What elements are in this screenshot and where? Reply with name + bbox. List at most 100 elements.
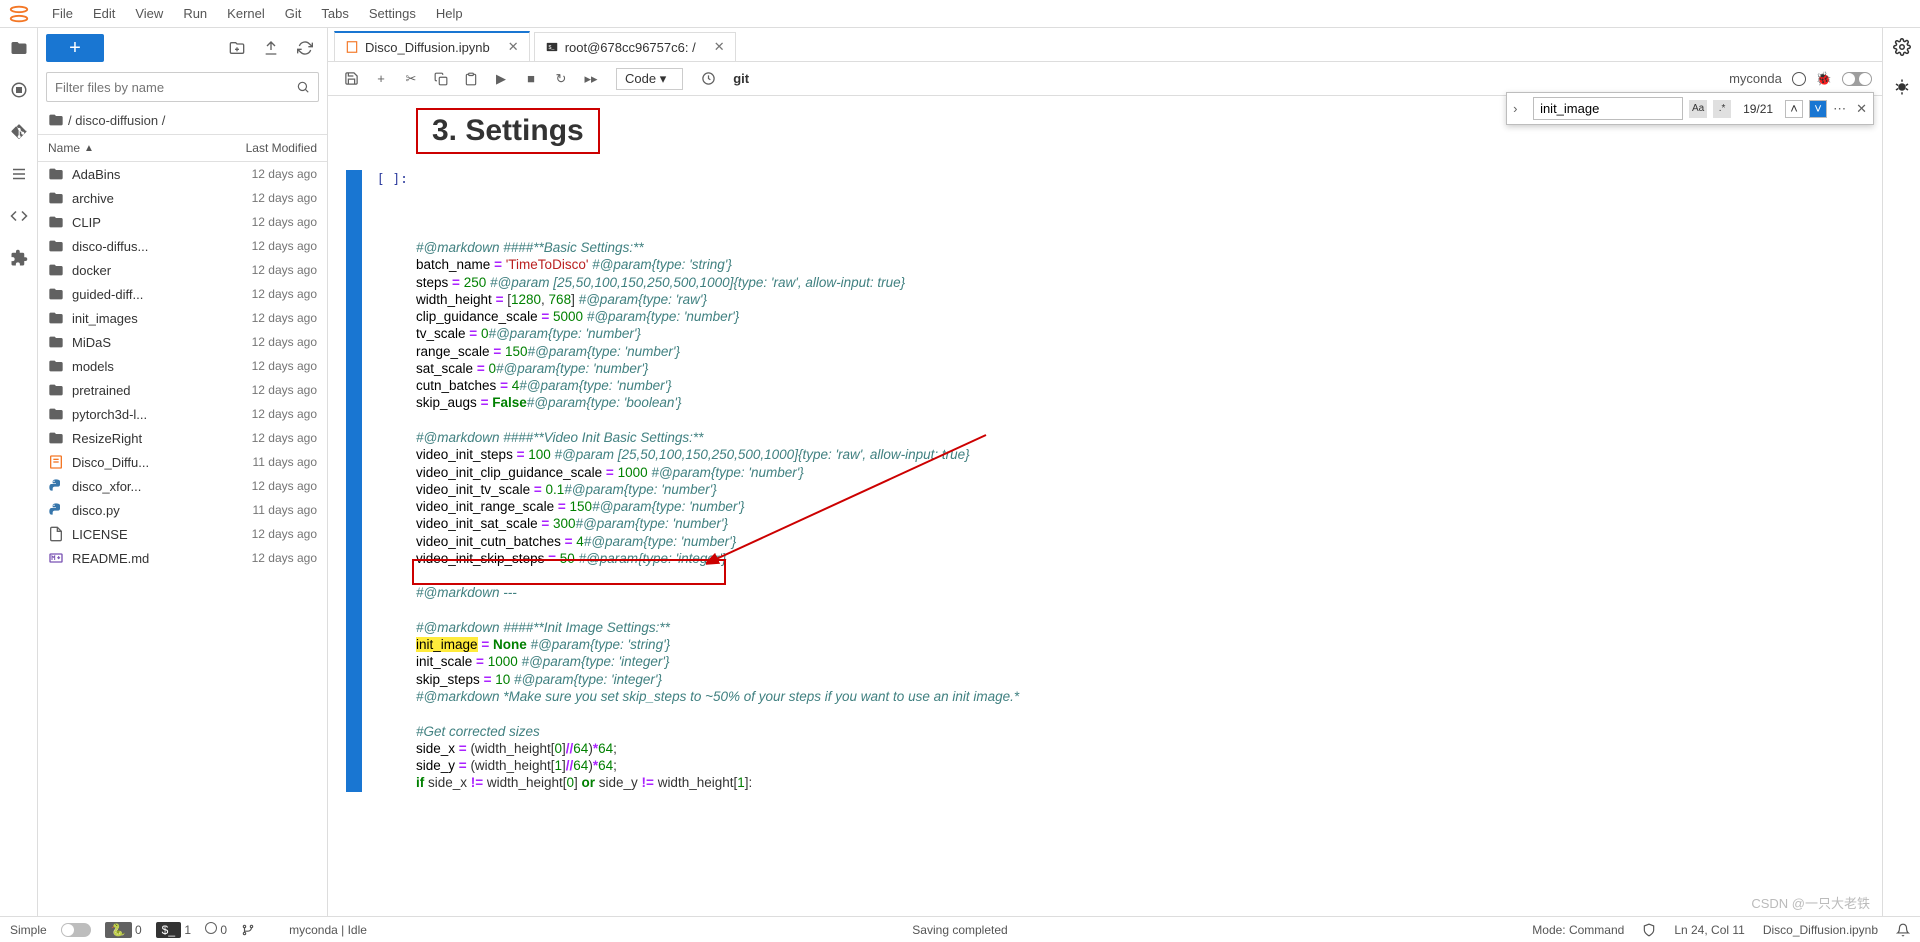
file-type-icon (48, 310, 66, 326)
add-cell-icon[interactable]: + (368, 66, 394, 92)
git-label[interactable]: git (733, 71, 749, 86)
kernel-status[interactable]: myconda | Idle (289, 923, 367, 937)
menu-run[interactable]: Run (173, 6, 217, 21)
prev-match-icon[interactable]: ˄ (1785, 100, 1803, 118)
file-type-icon (48, 502, 66, 518)
find-input[interactable] (1533, 97, 1683, 120)
save-icon[interactable] (338, 66, 364, 92)
run-icon[interactable]: ▶ (488, 66, 514, 92)
breadcrumb[interactable]: / disco-diffusion / (38, 106, 327, 134)
running-icon[interactable] (9, 80, 29, 100)
file-type-icon (48, 286, 66, 302)
notebook-trust-icon[interactable] (1642, 923, 1656, 937)
tab[interactable]: Disco_Diffusion.ipynb✕ (334, 31, 530, 61)
filter-input[interactable] (55, 80, 296, 95)
new-launcher-button[interactable]: + (46, 34, 104, 62)
file-modified: 12 days ago (197, 239, 317, 253)
more-options-icon[interactable]: ⋯ (1833, 101, 1846, 117)
toc-icon[interactable] (9, 164, 29, 184)
filter-box[interactable] (46, 72, 319, 102)
menu-file[interactable]: File (42, 6, 83, 21)
menu-view[interactable]: View (125, 6, 173, 21)
cut-icon[interactable]: ✂ (398, 66, 424, 92)
file-name: pretrained (72, 383, 197, 398)
file-item[interactable]: disco.py11 days ago (38, 498, 327, 522)
file-item[interactable]: ResizeRight12 days ago (38, 426, 327, 450)
menubar: FileEditViewRunKernelGitTabsSettingsHelp (0, 0, 1920, 28)
simple-toggle[interactable] (61, 923, 91, 937)
file-modified: 11 days ago (197, 503, 317, 517)
code-icon[interactable] (9, 206, 29, 226)
file-name-status: Disco_Diffusion.ipynb (1763, 923, 1878, 937)
extension-icon[interactable] (9, 248, 29, 268)
kernel-indicator-icon[interactable] (1792, 72, 1806, 86)
file-item[interactable]: init_images12 days ago (38, 306, 327, 330)
code-editor[interactable]: #@markdown ####**Basic Settings:**batch_… (416, 170, 1864, 792)
col-name[interactable]: Name (48, 141, 80, 155)
menu-git[interactable]: Git (275, 6, 312, 21)
close-find-icon[interactable]: ✕ (1856, 101, 1867, 117)
file-modified: 12 days ago (197, 191, 317, 205)
menu-edit[interactable]: Edit (83, 6, 125, 21)
menu-tabs[interactable]: Tabs (311, 6, 358, 21)
folder-icon[interactable] (9, 38, 29, 58)
run-all-icon[interactable]: ▸▸ (578, 66, 604, 92)
file-type-icon (48, 358, 66, 374)
tab-label: root@678cc96757c6: / (565, 40, 696, 55)
file-item[interactable]: MiDaS12 days ago (38, 330, 327, 354)
case-sensitive-icon[interactable]: Aa (1689, 100, 1707, 118)
property-inspector-icon[interactable] (1893, 38, 1911, 56)
file-item[interactable]: LICENSE12 days ago (38, 522, 327, 546)
paste-icon[interactable] (458, 66, 484, 92)
git-branch-icon[interactable] (241, 923, 255, 937)
close-tab-icon[interactable]: ✕ (508, 39, 519, 55)
file-item[interactable]: archive12 days ago (38, 186, 327, 210)
tab-bar: Disco_Diffusion.ipynb✕$_root@678cc96757c… (328, 28, 1882, 62)
toggle-switch[interactable] (1842, 72, 1872, 86)
file-item[interactable]: CLIP12 days ago (38, 210, 327, 234)
file-item[interactable]: guided-diff...12 days ago (38, 282, 327, 306)
next-match-icon[interactable]: ˅ (1809, 100, 1827, 118)
code-cell[interactable]: [ ]: #@markdown ####**Basic Settings:**b… (346, 170, 1864, 792)
file-item[interactable]: README.md12 days ago (38, 546, 327, 570)
file-type-icon (48, 166, 66, 182)
cell-prompt: [ ]: (370, 170, 416, 792)
file-name: archive (72, 191, 197, 206)
file-item[interactable]: models12 days ago (38, 354, 327, 378)
simple-toggle-label[interactable]: Simple (10, 923, 47, 937)
menu-help[interactable]: Help (426, 6, 473, 21)
notebook-body[interactable]: 3. Settings [ ]: #@markdown ####**Basic … (328, 96, 1882, 916)
file-item[interactable]: docker12 days ago (38, 258, 327, 282)
file-modified: 12 days ago (197, 383, 317, 397)
file-item[interactable]: Disco_Diffu...11 days ago (38, 450, 327, 474)
notification-icon[interactable] (1896, 923, 1910, 937)
file-item[interactable]: disco_xfor...12 days ago (38, 474, 327, 498)
debug-icon[interactable]: 🐞 (1816, 71, 1832, 87)
copy-icon[interactable] (428, 66, 454, 92)
file-name: docker (72, 263, 197, 278)
git-icon[interactable] (9, 122, 29, 142)
tab[interactable]: $_root@678cc96757c6: /✕ (534, 32, 736, 61)
upload-icon[interactable] (257, 34, 285, 62)
col-modified[interactable]: Last Modified (197, 135, 327, 161)
expand-replace-icon[interactable]: › (1513, 101, 1527, 116)
debug-panel-icon[interactable] (1893, 78, 1911, 96)
restart-icon[interactable]: ↻ (548, 66, 574, 92)
menu-settings[interactable]: Settings (359, 6, 426, 21)
file-item[interactable]: pytorch3d-l...12 days ago (38, 402, 327, 426)
sidebar-toolbar: + (38, 28, 327, 68)
file-item[interactable]: disco-diffus...12 days ago (38, 234, 327, 258)
file-modified: 12 days ago (197, 167, 317, 181)
regex-icon[interactable]: .* (1713, 100, 1731, 118)
file-item[interactable]: AdaBins12 days ago (38, 162, 327, 186)
stop-icon[interactable]: ■ (518, 66, 544, 92)
file-name: models (72, 359, 197, 374)
new-folder-icon[interactable] (223, 34, 251, 62)
clock-icon[interactable] (695, 66, 721, 92)
kernel-name[interactable]: myconda (1729, 71, 1782, 86)
menu-kernel[interactable]: Kernel (217, 6, 275, 21)
refresh-icon[interactable] (291, 34, 319, 62)
close-tab-icon[interactable]: ✕ (714, 39, 725, 55)
celltype-select[interactable]: Code ▾ (616, 68, 683, 90)
file-item[interactable]: pretrained12 days ago (38, 378, 327, 402)
